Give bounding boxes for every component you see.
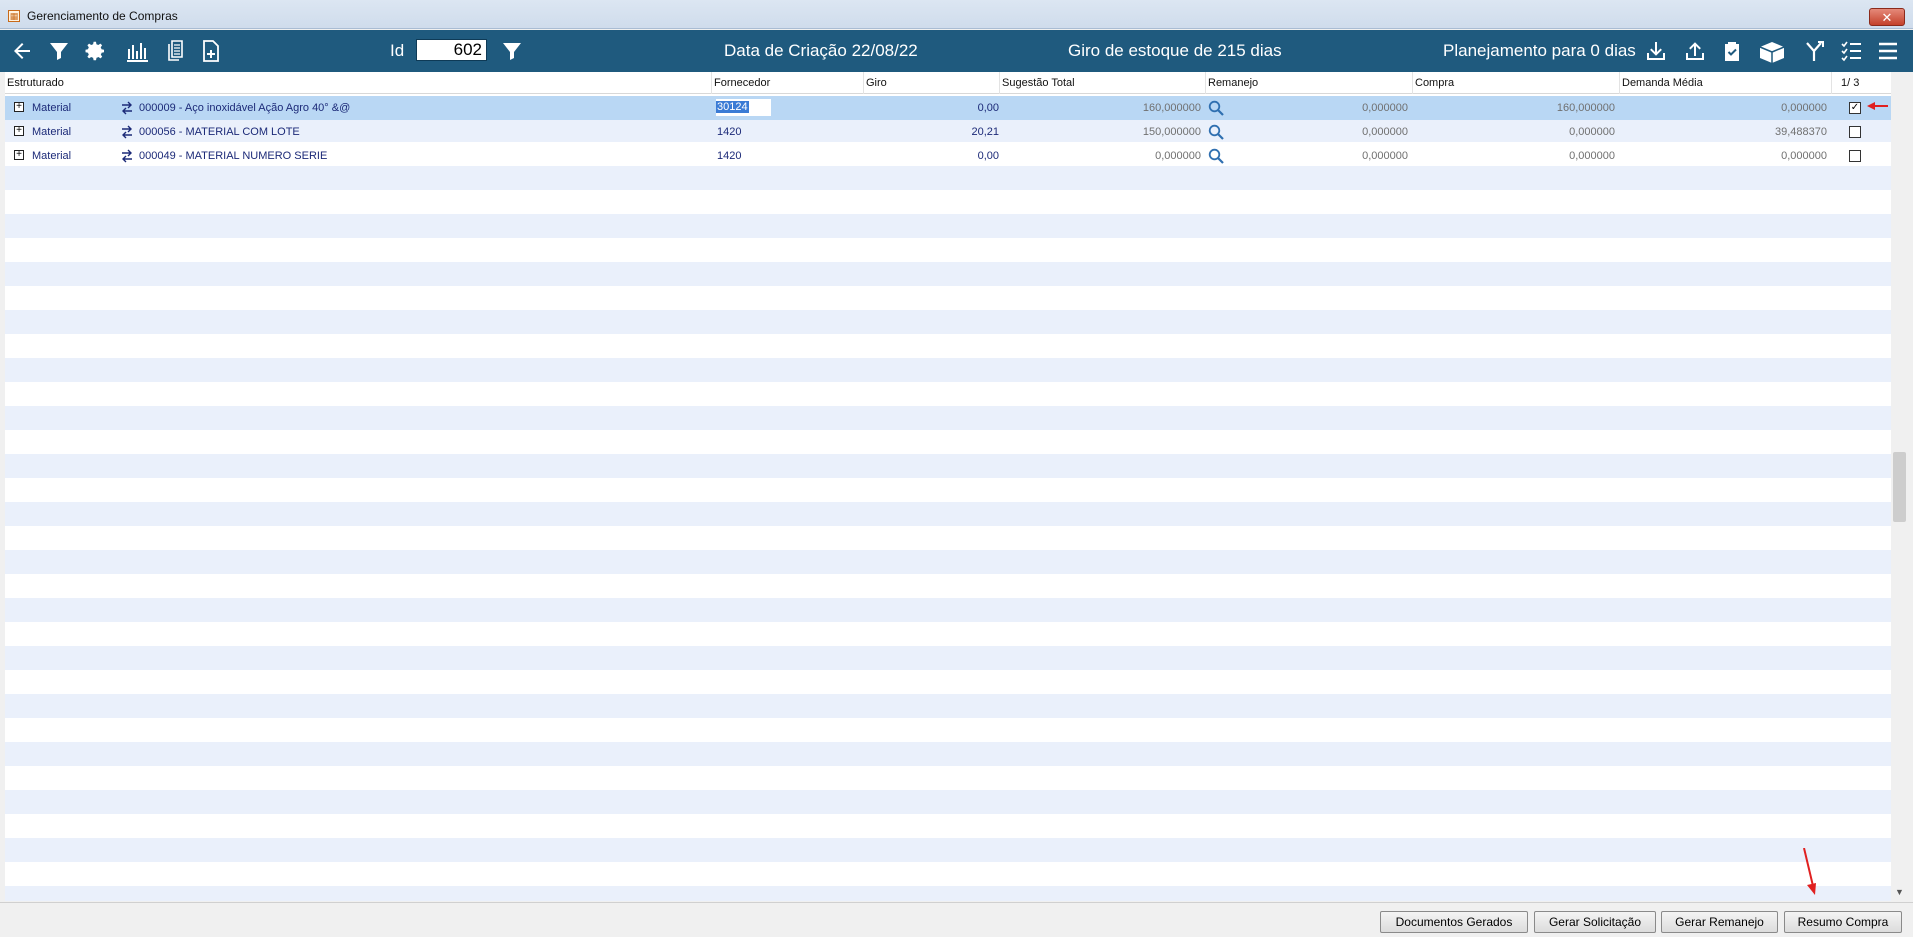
row-giro: 0,00 (977, 150, 999, 162)
grid-stripes (5, 118, 1891, 901)
grid-stripe (5, 742, 1891, 766)
row-demanda-media: 0,000000 (1781, 102, 1827, 114)
row-sugestao-total: 0,000000 (1155, 150, 1201, 162)
row-demanda-media: 39,488370 (1775, 126, 1827, 138)
row-fornecedor[interactable]: 1420 (717, 144, 741, 168)
expand-icon[interactable]: + (14, 126, 24, 136)
page-counter: 1/ 3 (1831, 72, 1891, 94)
annotation-arrow-down (1803, 848, 1816, 895)
purchase-grid: Estruturado Fornecedor Giro Sugestão Tot… (5, 72, 1891, 901)
grid-stripe (5, 214, 1891, 238)
grid-stripe (5, 454, 1891, 478)
bottom-bar: Documentos Gerados Gerar Solicitação Ger… (0, 902, 1913, 937)
row-fornecedor[interactable]: 1420 (717, 120, 741, 144)
back-arrow-icon[interactable] (10, 39, 34, 63)
row-type: Material (32, 102, 72, 114)
row-checkbox[interactable] (1849, 126, 1861, 138)
row-sugestao-total: 160,000000 (1142, 102, 1201, 114)
table-row[interactable]: + Material 000009 - Aço inoxidável Ação … (5, 96, 1891, 120)
window-titlebar: ▦ Gerenciamento de Compras ✕ (0, 0, 1913, 29)
row-compra: 0,000000 (1569, 126, 1615, 138)
expand-icon[interactable]: + (14, 150, 24, 160)
col-compra[interactable]: Compra (1412, 72, 1619, 94)
row-giro: 0,00 (977, 102, 999, 114)
filter-icon[interactable] (47, 39, 71, 63)
col-giro[interactable]: Giro (863, 72, 1000, 94)
grid-stripe (5, 598, 1891, 622)
expand-icon[interactable]: + (14, 102, 24, 112)
grid-stripe (5, 838, 1891, 862)
row-checkbox[interactable]: ✓ (1849, 102, 1861, 114)
documents-icon[interactable] (164, 39, 188, 63)
grid-stripe (5, 310, 1891, 334)
row-type: Material (32, 126, 72, 138)
menu-icon[interactable] (1876, 39, 1900, 63)
col-demanda-media[interactable]: Demanda Média (1619, 72, 1831, 94)
grid-stripe (5, 790, 1891, 814)
row-checkbox[interactable] (1849, 150, 1861, 162)
clipboard-check-icon[interactable] (1720, 39, 1744, 63)
table-row[interactable]: + Material 000049 - MATERIAL NUMERO SERI… (5, 144, 1891, 168)
swap-arrows-icon[interactable] (120, 101, 134, 115)
scroll-down-icon[interactable]: ▼ (1895, 887, 1904, 897)
gear-icon[interactable] (83, 39, 107, 63)
row-description: 000056 - MATERIAL COM LOTE (139, 126, 300, 138)
toolbar: Id 602 Data de Criação 22/08/22 Giro de … (0, 30, 1913, 72)
documentos-gerados-button[interactable]: Documentos Gerados (1380, 911, 1528, 933)
checklist-icon[interactable] (1839, 39, 1863, 63)
grid-stripe (5, 886, 1891, 901)
row-remanejo: 0,000000 (1362, 150, 1408, 162)
grid-stripe (5, 358, 1891, 382)
row-description: 000049 - MATERIAL NUMERO SERIE (139, 150, 328, 162)
grid-stripe (5, 694, 1891, 718)
id-label: Id (390, 41, 405, 60)
grid-header: Estruturado Fornecedor Giro Sugestão Tot… (5, 72, 1891, 94)
filter-id-icon[interactable] (500, 39, 524, 63)
grid-stripe (5, 166, 1891, 190)
package-icon[interactable] (1757, 39, 1787, 63)
row-remanejo: 0,000000 (1362, 126, 1408, 138)
close-button[interactable]: ✕ (1869, 8, 1905, 26)
scrollbar-thumb[interactable] (1893, 452, 1906, 522)
row-sugestao-total: 150,000000 (1142, 126, 1201, 138)
grid-stripe (5, 406, 1891, 430)
merge-icon[interactable] (1802, 39, 1826, 63)
row-fornecedor: 30124 (716, 101, 749, 113)
grid-stripe (5, 646, 1891, 670)
col-sugestao-total[interactable]: Sugestão Total (999, 72, 1206, 94)
creation-date: Data de Criação 22/08/22 (724, 41, 918, 60)
gerar-remanejo-button[interactable]: Gerar Remanejo (1661, 911, 1778, 933)
resumo-compra-button[interactable]: Resumo Compra (1784, 911, 1902, 933)
row-giro: 20,21 (971, 126, 999, 138)
annotation-arrow-left (1867, 102, 1888, 110)
window-title: Gerenciamento de Compras (27, 9, 178, 23)
gerar-solicitacao-button[interactable]: Gerar Solicitação (1534, 911, 1656, 933)
new-document-icon[interactable] (199, 39, 223, 63)
swap-arrows-icon[interactable] (120, 149, 134, 163)
row-compra: 160,000000 (1556, 102, 1615, 114)
table-row[interactable]: + Material 000056 - MATERIAL COM LOTE 14… (5, 120, 1891, 144)
grid-stripe (5, 550, 1891, 574)
bar-chart-icon[interactable] (125, 39, 149, 63)
download-icon[interactable] (1644, 39, 1668, 63)
col-remanejo[interactable]: Remanejo (1205, 72, 1412, 94)
row-description: 000009 - Aço inoxidável Ação Agro 40° &@ (139, 102, 351, 114)
fornecedor-edit[interactable]: 30124 (716, 99, 771, 116)
row-compra: 0,000000 (1569, 150, 1615, 162)
id-input[interactable]: 602 (416, 39, 487, 61)
row-demanda-media: 0,000000 (1781, 150, 1827, 162)
vertical-scrollbar[interactable]: ▼ (1891, 72, 1908, 901)
planning-days: Planejamento para 0 dias (1443, 41, 1636, 60)
upload-icon[interactable] (1683, 39, 1707, 63)
row-remanejo: 0,000000 (1362, 102, 1408, 114)
app-icon: ▦ (8, 10, 20, 22)
col-estruturado[interactable]: Estruturado (5, 72, 711, 94)
grid-stripe (5, 262, 1891, 286)
swap-arrows-icon[interactable] (120, 125, 134, 139)
row-type: Material (32, 150, 72, 162)
col-fornecedor[interactable]: Fornecedor (711, 72, 868, 94)
stock-turnover: Giro de estoque de 215 dias (1068, 41, 1282, 60)
grid-stripe (5, 502, 1891, 526)
